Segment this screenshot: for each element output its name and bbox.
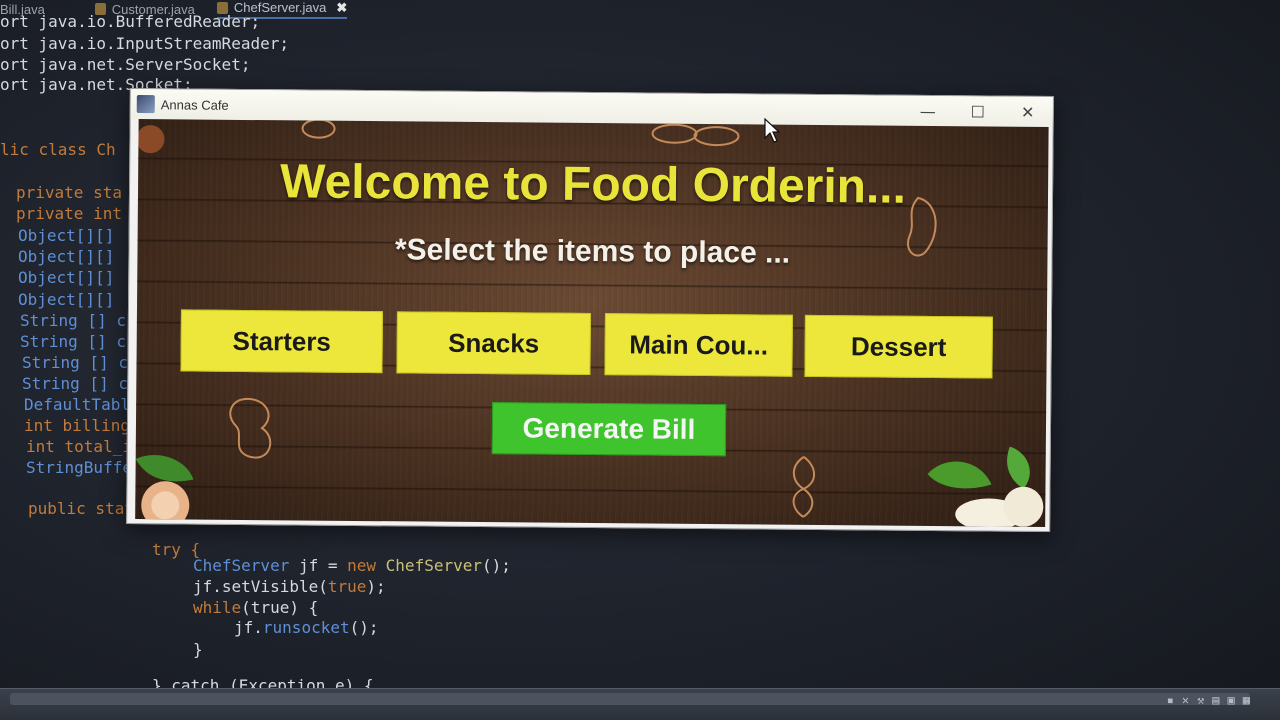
close-button[interactable]: ✕ xyxy=(1003,97,1053,127)
close-tab-icon[interactable]: ✖ xyxy=(336,0,347,16)
tools-icon[interactable]: ⚒ xyxy=(1197,693,1204,707)
generate-bill-button[interactable]: Generate Bill xyxy=(491,402,727,457)
peanut-doodle-icon xyxy=(301,120,336,139)
cashew-doodle-icon xyxy=(229,397,272,459)
code-line: Object[][] xyxy=(18,290,115,309)
code-line: lic class Ch xyxy=(0,140,116,159)
code-line: StringBuffe xyxy=(26,458,132,477)
code-line: DefaultTabl xyxy=(24,395,130,414)
code-line: private int xyxy=(16,204,122,223)
code-line: String [] c xyxy=(22,353,128,372)
window-title: Annas Cafe xyxy=(160,96,229,113)
leaf-illustration-icon xyxy=(135,455,194,520)
window-icon[interactable]: ▤ xyxy=(1212,693,1219,707)
welcome-heading: Welcome to Food Orderin... xyxy=(279,155,907,214)
horizontal-scrollbar[interactable] xyxy=(10,693,1250,705)
code-line: public stat xyxy=(28,499,134,518)
window-icon[interactable]: ▣ xyxy=(1228,693,1235,707)
code-line: } xyxy=(193,640,203,659)
layout-icon[interactable]: ▪ xyxy=(1167,693,1174,707)
window-controls: — ☐ ✕ xyxy=(903,96,1053,127)
leaf-illustration-icon xyxy=(927,446,1044,527)
app-icon xyxy=(136,95,155,114)
peanut-doodle-icon xyxy=(651,123,740,147)
code-line: Object[][] xyxy=(18,226,115,245)
code-line: while(true) { xyxy=(193,598,319,617)
code-line: String [] c xyxy=(20,311,126,330)
code-line: Object[][] xyxy=(18,268,115,287)
ide-status-bar: ▪ ✕ ⚒ ▤ ▣ ▦ xyxy=(0,688,1280,720)
code-line: int billing xyxy=(24,416,130,435)
close-icon[interactable]: ✕ xyxy=(1182,693,1189,707)
code-line: ort java.io.BufferedReader; xyxy=(0,12,261,31)
code-line: private sta xyxy=(16,183,122,202)
window-icon[interactable]: ▦ xyxy=(1243,693,1250,707)
snacks-button[interactable]: Snacks xyxy=(396,311,591,376)
mouse-cursor-icon xyxy=(764,118,780,143)
select-items-instruction: *Select the items to place ... xyxy=(394,233,791,270)
code-line: int total_i xyxy=(26,437,132,456)
code-line: ort java.net.ServerSocket; xyxy=(0,55,251,74)
app-window: Annas Cafe — ☐ ✕ Welcome to Food Orderin… xyxy=(126,87,1054,533)
code-line: String [] c xyxy=(20,332,126,351)
main-course-button[interactable]: Main Cou... xyxy=(604,313,793,377)
status-icons: ▪ ✕ ⚒ ▤ ▣ ▦ xyxy=(1167,693,1250,707)
wood-background: Welcome to Food Orderin... *Select the i… xyxy=(135,119,1049,527)
code-line: jf.runsocket(); xyxy=(234,618,379,637)
starters-button[interactable]: Starters xyxy=(180,309,383,374)
code-line: String [] c xyxy=(22,374,128,393)
code-line: ort java.io.InputStreamReader; xyxy=(0,34,289,53)
code-line: jf.setVisible(true); xyxy=(193,577,386,596)
code-line: Object[][] xyxy=(18,247,115,266)
code-line: ChefServer jf = new ChefServer(); xyxy=(193,556,511,575)
pretzel-doodle-icon xyxy=(792,456,816,518)
maximize-button[interactable]: ☐ xyxy=(953,96,1003,126)
dessert-button[interactable]: Dessert xyxy=(804,314,993,379)
minimize-button[interactable]: — xyxy=(903,96,953,126)
